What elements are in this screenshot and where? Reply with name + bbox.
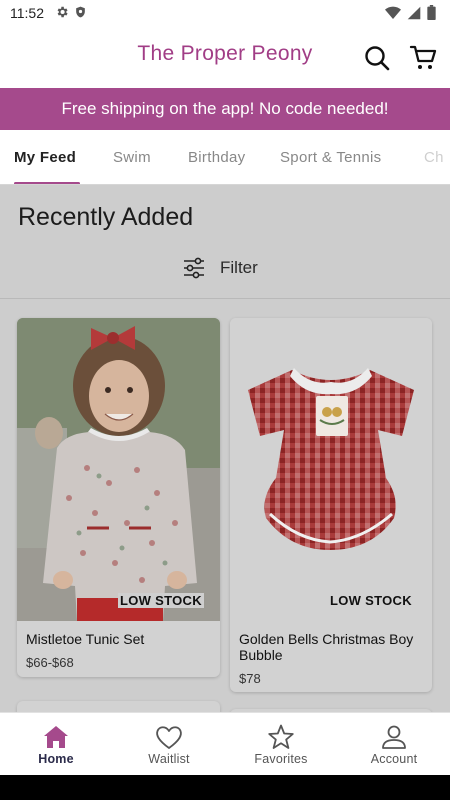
search-button[interactable] [362,43,392,73]
search-icon [365,46,390,71]
tab-swim[interactable]: Swim [113,130,151,184]
nav-label: Favorites [254,752,308,766]
nav-waitlist[interactable]: Waitlist [113,713,225,775]
tab-sport-tennis[interactable]: Sport & Tennis [280,130,381,184]
nav-label: Waitlist [148,752,190,766]
filter-label: Filter [220,258,258,277]
promo-banner[interactable]: Free shipping on the app! No code needed… [0,88,450,130]
home-icon [44,726,68,748]
nav-favorites[interactable]: Favorites [225,713,337,775]
cart-icon [409,45,437,69]
bottom-navigation: Home Waitlist Favorites Account [0,712,450,775]
star-icon [268,724,294,749]
tab-partial[interactable]: Ch [424,130,444,184]
product-price: $66-$68 [26,655,74,670]
app-bar: The Proper Peony [0,28,450,88]
tab-my-feed[interactable]: My Feed [14,130,76,184]
shield-icon [74,5,87,24]
product-name: Mistletoe Tunic Set [26,631,145,647]
signal-icon [407,6,421,25]
product-image [17,318,220,621]
product-card[interactable] [17,701,220,712]
battery-icon [427,5,436,25]
product-price: $78 [239,671,261,686]
filter-button[interactable]: Filter [182,255,258,281]
cart-button[interactable] [409,43,439,73]
feed-content: Recently Added Filter LOW STOCK Mistleto… [0,185,450,712]
settings-icon [55,5,69,24]
nav-label: Account [370,752,418,766]
product-image [230,318,432,621]
person-icon [382,725,406,749]
wifi-icon [385,6,401,25]
status-time: 11:52 [10,5,44,21]
section-title: Recently Added [18,203,194,231]
divider [0,298,450,299]
product-card[interactable]: LOW STOCK Mistletoe Tunic Set $66-$68 [17,318,220,677]
nav-label: Home [38,752,74,766]
low-stock-badge: LOW STOCK [118,593,204,608]
low-stock-badge: LOW STOCK [330,593,412,608]
product-name: Golden Bells Christmas Boy Bubble [239,631,414,663]
tab-birthday[interactable]: Birthday [188,130,245,184]
category-tabs: My Feed Swim Birthday Sport & Tennis Ch [0,130,450,185]
status-bar: 11:52 [0,0,450,28]
app-screen: 11:52 The Proper Peony Free shipping on … [0,0,450,775]
heart-icon [156,726,182,749]
nav-account[interactable]: Account [338,713,450,775]
nav-home[interactable]: Home [0,713,112,775]
product-card[interactable]: LOW STOCK Golden Bells Christmas Boy Bub… [230,318,432,692]
sliders-icon [184,257,204,279]
